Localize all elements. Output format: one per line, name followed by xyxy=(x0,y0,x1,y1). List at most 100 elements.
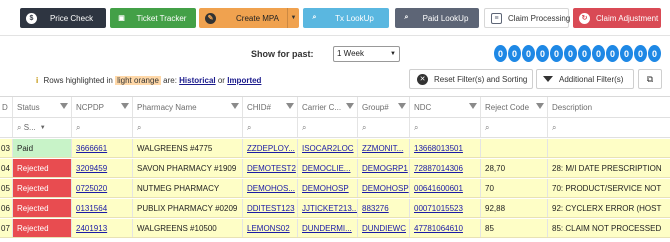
ndc-link[interactable]: 00641600601 xyxy=(414,184,463,193)
column-header-reject-code[interactable]: Reject Code xyxy=(481,97,548,117)
status-badge: Rejected xyxy=(13,179,72,197)
table-row[interactable]: 06 Rejected 0131564 PUBLIX PHARMACY #020… xyxy=(0,199,670,218)
ncpdp-link[interactable]: 2401913 xyxy=(76,224,107,233)
filter-icon[interactable] xyxy=(231,103,239,109)
filter-icon[interactable] xyxy=(346,103,354,109)
copy-icon: ⧉ xyxy=(646,73,654,84)
ndc-filter-input[interactable]: ⌕ xyxy=(410,118,481,137)
imported-link[interactable]: Imported xyxy=(227,76,261,85)
dollar-icon: $ xyxy=(26,12,37,24)
filter-icon[interactable] xyxy=(469,103,477,109)
filter-icon[interactable] xyxy=(121,103,129,109)
ndc-link[interactable]: 00071015523 xyxy=(414,204,463,213)
ticket-tracker-label: Ticket Tracker xyxy=(136,13,187,23)
column-header-ncpdp[interactable]: NCPDP xyxy=(72,97,133,117)
group-link[interactable]: DEMOHOSP xyxy=(362,184,409,193)
description-filter-input[interactable]: ⌕ xyxy=(548,118,670,137)
column-header-chid[interactable]: CHID# xyxy=(243,97,298,117)
table-row[interactable]: 04 Rejected 3209459 SAVON PHARMACY #1909… xyxy=(0,159,670,178)
carrier-link[interactable]: ISOCAR2LOC xyxy=(302,144,354,153)
description: 85: CLAIM NOT PROCESSED xyxy=(552,223,662,233)
group-link[interactable]: ZZMONIT... xyxy=(362,144,403,153)
chevron-down-icon: ▼ xyxy=(390,51,396,57)
counter-digit: 0 xyxy=(550,45,563,62)
tx-lookup-button[interactable]: ⌕ Tx LookUp xyxy=(303,8,389,28)
carrier-link[interactable]: DEMOCLIE... xyxy=(302,164,350,173)
create-mpa-button[interactable]: ✎ Create MPA ▼ xyxy=(199,8,299,28)
ncpdp-link[interactable]: 3666661 xyxy=(76,144,107,153)
carrier-link[interactable]: JJTICKET213... xyxy=(302,204,357,213)
additional-filters-button[interactable]: Additional Filter(s) xyxy=(536,69,634,89)
filter-icon[interactable] xyxy=(398,103,406,109)
ncpdp-link[interactable]: 0725020 xyxy=(76,184,107,193)
counter-digit: 0 xyxy=(592,45,605,62)
historical-link[interactable]: Historical xyxy=(179,76,215,85)
ncpdp-filter-input[interactable]: ⌕ xyxy=(72,118,133,137)
ncpdp-link[interactable]: 0131564 xyxy=(76,204,107,213)
column-header-id[interactable]: D xyxy=(0,97,13,117)
ndc-link[interactable]: 13668013501 xyxy=(414,144,463,153)
table-row[interactable]: 07 Rejected 2401913 WALGREENS #10500 LEM… xyxy=(0,219,670,238)
period-label: Show for past: xyxy=(251,49,314,59)
claim-adjustment-button[interactable]: ↻ Claim Adjustment xyxy=(573,8,661,28)
chid-filter-input[interactable]: ⌕ xyxy=(243,118,298,137)
description xyxy=(548,139,670,157)
chevron-down-icon[interactable]: ▼ xyxy=(287,8,299,28)
status-badge: Paid xyxy=(13,139,72,157)
column-header-ndc[interactable]: NDC xyxy=(410,97,481,117)
search-icon: ⌕ xyxy=(362,122,367,132)
chid-link[interactable]: DEMOHOS... xyxy=(247,184,295,193)
column-label: NDC xyxy=(414,102,432,112)
group-link[interactable]: 883276 xyxy=(362,204,389,213)
ndc-link[interactable]: 72887014306 xyxy=(414,164,463,173)
group-link[interactable]: DEMOGRP1 xyxy=(362,164,408,173)
chid-link[interactable]: ZZDEPLOY... xyxy=(247,144,295,153)
search-icon: ⌕ xyxy=(312,14,317,21)
top-toolbar: $ Price Check ▣ Ticket Tracker ✎ Create … xyxy=(0,0,670,36)
reset-filters-button[interactable]: ✕ Reset Filter(s) and Sorting xyxy=(409,69,533,89)
column-header-description[interactable]: Description xyxy=(548,97,670,117)
row-id: 03 xyxy=(0,139,13,157)
legend-prefix: Rows highlighted in xyxy=(43,76,113,85)
carrier-filter-input[interactable]: ⌕ xyxy=(298,118,358,137)
column-header-status[interactable]: Status xyxy=(13,97,72,117)
reject-code-filter-input[interactable]: ⌕ xyxy=(481,118,548,137)
filter-icon[interactable] xyxy=(286,103,294,109)
pharmacy-filter-input[interactable]: ⌕ xyxy=(133,118,243,137)
pharmacy-name: SAVON PHARMACY #1909 xyxy=(133,159,243,177)
carrier-link[interactable]: DUNDERMI... xyxy=(302,224,352,233)
column-header-carrier[interactable]: Carrier C... xyxy=(298,97,358,117)
carrier-link[interactable]: DEMOHOSP xyxy=(302,184,349,193)
search-icon: ⌕ xyxy=(414,122,419,132)
chid-link[interactable]: DEMOTEST2 xyxy=(247,164,296,173)
copy-button[interactable]: ⧉ xyxy=(638,69,662,89)
counter-digit: 0 xyxy=(536,45,549,62)
chid-link[interactable]: LEMONS02 xyxy=(247,224,290,233)
status-filter-select[interactable]: ⌕ S... ▼ xyxy=(13,118,72,137)
column-label: NCPDP xyxy=(76,102,105,112)
column-header-group[interactable]: Group# xyxy=(358,97,410,117)
ncpdp-link[interactable]: 3209459 xyxy=(76,164,107,173)
period-select[interactable]: 1 Week ▼ xyxy=(333,46,400,62)
ticket-tracker-button[interactable]: ▣ Ticket Tracker xyxy=(110,8,196,28)
filter-cell xyxy=(0,118,13,137)
chid-link[interactable]: DDITEST123 xyxy=(247,204,295,213)
filter-icon xyxy=(543,76,553,82)
status-badge: Rejected xyxy=(13,199,72,217)
table-row[interactable]: 03 Paid 3666661 WALGREENS #4775 ZZDEPLOY… xyxy=(0,139,670,158)
ndc-link[interactable]: 47781064610 xyxy=(414,224,463,233)
price-check-button[interactable]: $ Price Check xyxy=(20,8,106,28)
paid-lookup-button[interactable]: ⌕ Paid LookUp xyxy=(395,8,479,28)
filter-icon[interactable] xyxy=(536,103,544,109)
search-icon: ⌕ xyxy=(552,122,557,132)
claim-processing-button[interactable]: ≡ Claim Processing xyxy=(484,8,570,28)
legend-or: or xyxy=(217,76,225,85)
filter-icon[interactable] xyxy=(60,103,68,109)
search-icon: ⌕ xyxy=(17,122,22,132)
group-filter-input[interactable]: ⌕ xyxy=(358,118,410,137)
status-badge: Rejected xyxy=(13,159,72,177)
adjust-icon: ↻ xyxy=(579,12,590,24)
table-row[interactable]: 05 Rejected 0725020 NUTMEG PHARMACY DEMO… xyxy=(0,179,670,198)
column-header-pharmacy[interactable]: Pharmacy Name xyxy=(133,97,243,117)
group-link[interactable]: DUNDIEWC xyxy=(362,224,406,233)
